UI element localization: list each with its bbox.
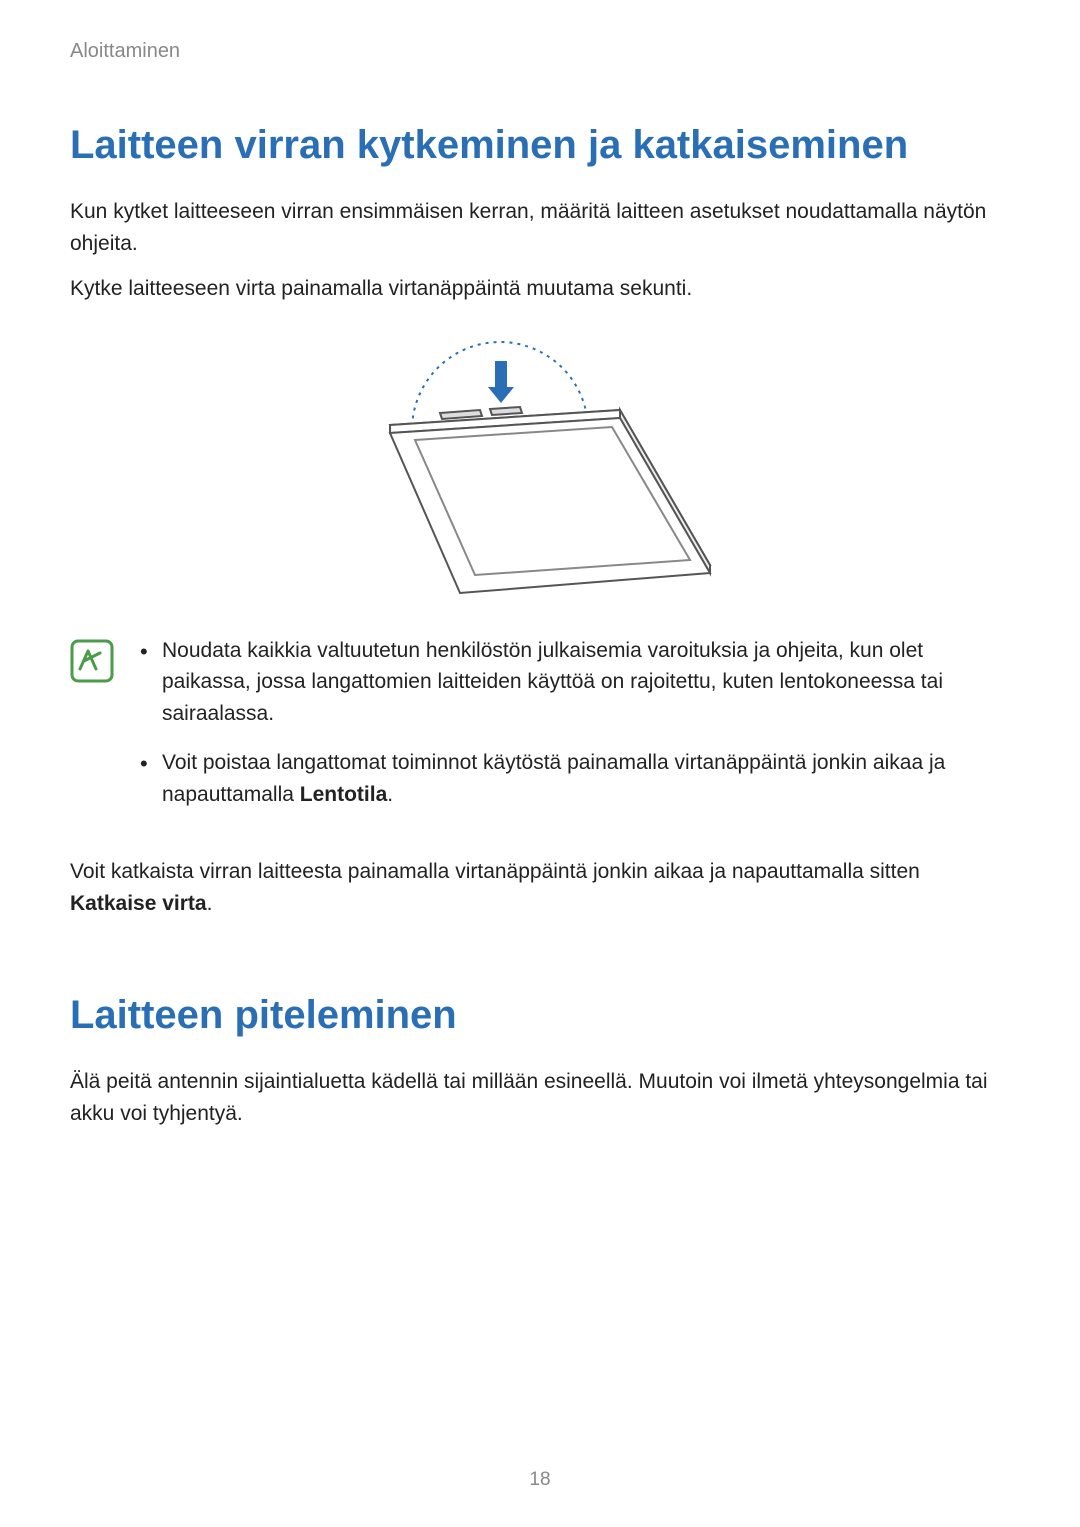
page-number: 18 (0, 1469, 1080, 1491)
heading-power-on-off: Laitteen virran kytkeminen ja katkaisemi… (70, 123, 1010, 168)
note-text-end: . (387, 783, 393, 806)
power-off-label: Katkaise virta (70, 892, 207, 915)
note-icon (70, 639, 114, 829)
para-antenna-warning: Älä peitä antennin sijaintialuetta kädel… (70, 1066, 1010, 1129)
figure-power-button (70, 335, 1010, 595)
heading-holding-device: Laitteen piteleminen (70, 993, 1010, 1038)
breadcrumb: Aloittaminen (70, 40, 1010, 63)
note-text: Voit poistaa langattomat toiminnot käytö… (162, 751, 945, 806)
note-item-flight-mode: Voit poistaa langattomat toiminnot käytö… (140, 747, 1010, 810)
para-power-off: Voit katkaista virran laitteesta painama… (70, 856, 1010, 919)
flight-mode-label: Lentotila (300, 783, 388, 806)
tablet-power-illustration (350, 335, 730, 595)
note-item-restricted-areas: Noudata kaikkia valtuutetun henkilöstön … (140, 635, 1010, 730)
note-block: Noudata kaikkia valtuutetun henkilöstön … (70, 635, 1010, 829)
para-power-on: Kytke laitteeseen virta painamalla virta… (70, 273, 1010, 305)
para-text: Voit katkaista virran laitteesta painama… (70, 860, 920, 883)
para-text-end: . (207, 892, 213, 915)
para-first-boot: Kun kytket laitteeseen virran ensimmäise… (70, 196, 1010, 259)
